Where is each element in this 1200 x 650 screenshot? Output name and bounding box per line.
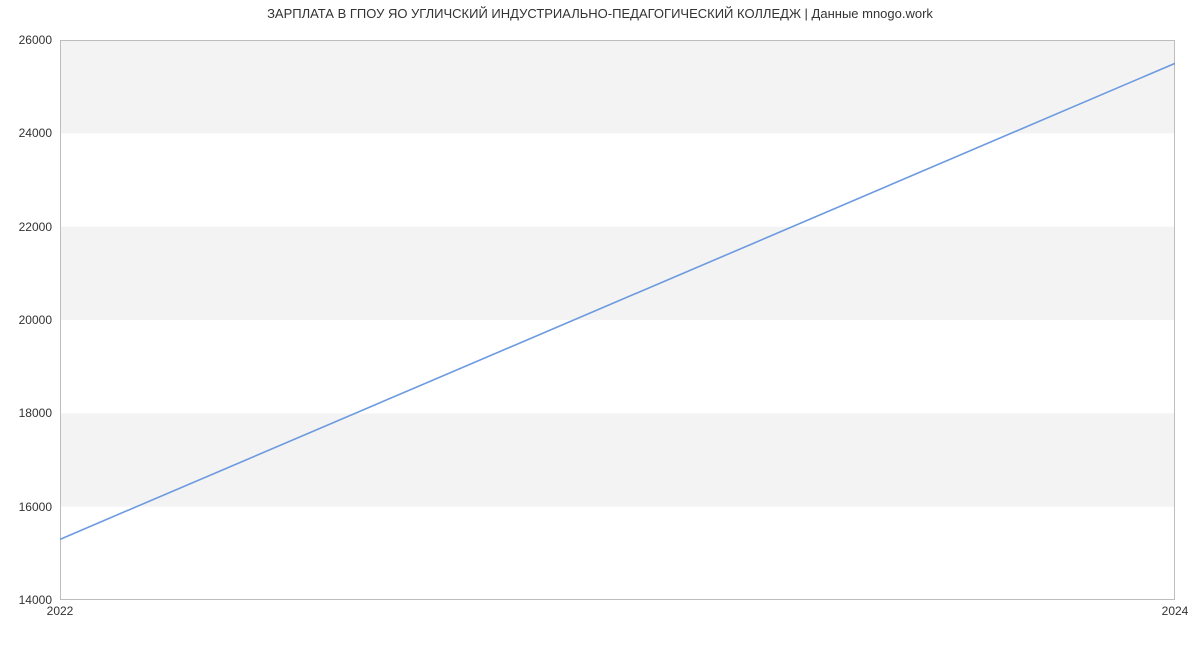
y-tick-label: 22000: [2, 220, 52, 234]
chart-title: ЗАРПЛАТА В ГПОУ ЯО УГЛИЧСКИЙ ИНДУСТРИАЛЬ…: [0, 6, 1200, 21]
chart-container: ЗАРПЛАТА В ГПОУ ЯО УГЛИЧСКИЙ ИНДУСТРИАЛЬ…: [0, 0, 1200, 650]
y-tick-label: 20000: [2, 313, 52, 327]
plot-area: [60, 40, 1175, 600]
x-tick-label: 2024: [1162, 604, 1189, 618]
x-tick-label: 2022: [47, 604, 74, 618]
y-tick-label: 26000: [2, 33, 52, 47]
y-tick-label: 14000: [2, 593, 52, 607]
chart-svg: [60, 40, 1175, 600]
y-tick-label: 18000: [2, 406, 52, 420]
y-tick-label: 16000: [2, 500, 52, 514]
y-tick-label: 24000: [2, 126, 52, 140]
